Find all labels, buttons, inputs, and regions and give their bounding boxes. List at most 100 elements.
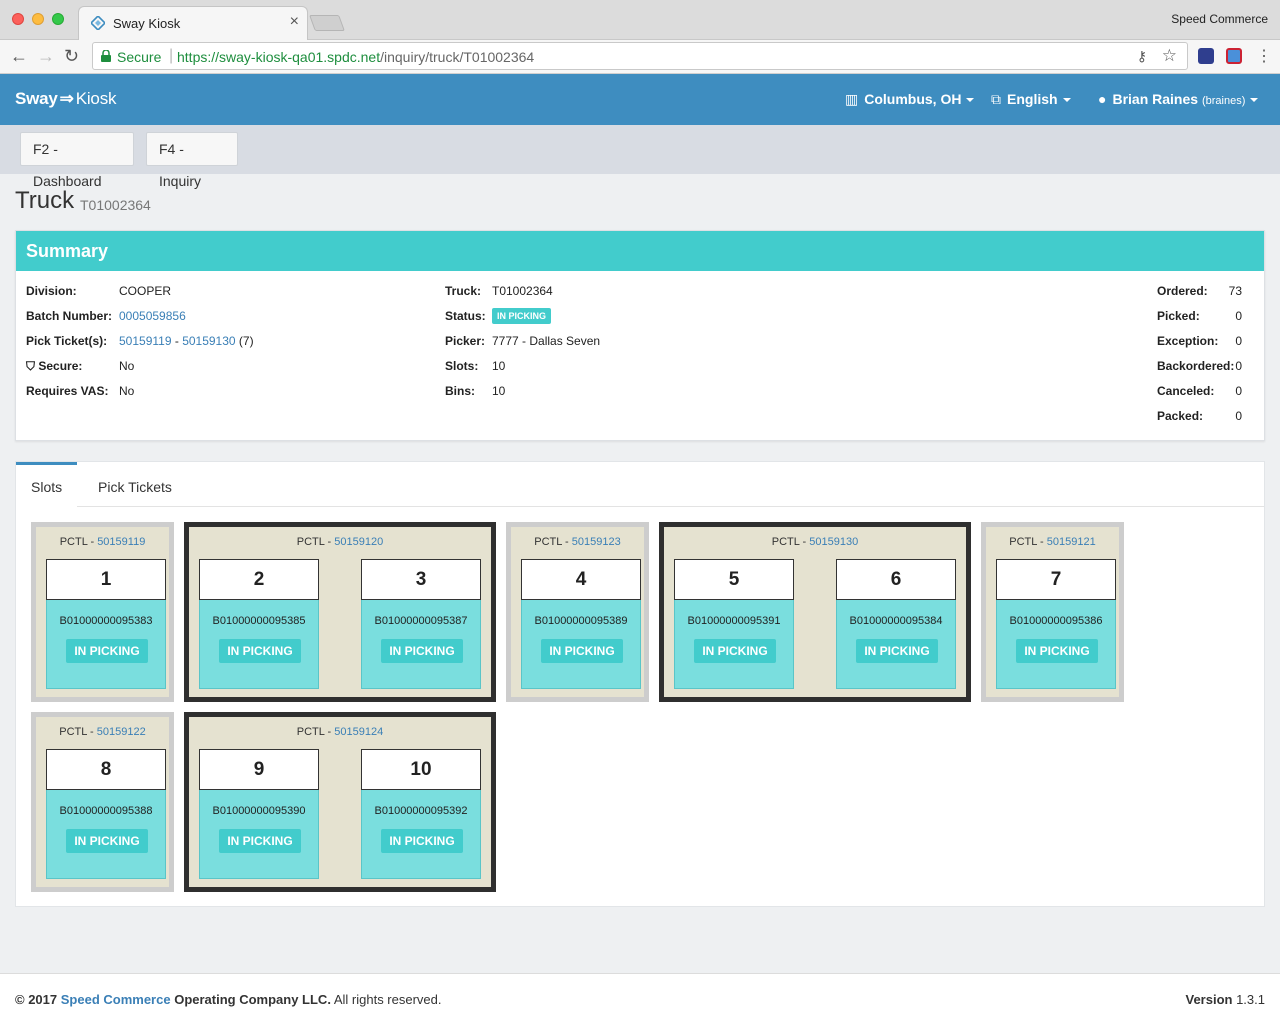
location-label: Columbus, OH <box>864 91 962 107</box>
pctl-group: PCTL - 50159123 4 B01000000095389 IN PICKIN… <box>506 522 649 702</box>
user-dropdown[interactable]: ● Brian Raines (braines) <box>1098 91 1259 107</box>
slot-card[interactable]: 4 B01000000095389 IN PICKING <box>521 559 641 689</box>
window-minimize-button[interactable] <box>32 13 44 25</box>
company-link[interactable]: Speed Commerce <box>61 992 171 1007</box>
chevron-down-icon <box>966 98 975 103</box>
url-host: https://sway-kiosk-qa01.spdc.net <box>177 49 381 65</box>
pctl-link[interactable]: 50159123 <box>572 536 621 548</box>
division-value: COOPER <box>119 284 172 298</box>
pctl-prefix: PCTL - <box>59 536 95 548</box>
slot-bin-id: B01000000095389 <box>534 615 628 627</box>
window-close-button[interactable] <box>12 13 24 25</box>
url-text[interactable]: https://sway-kiosk-qa01.spdc.net/inquiry… <box>177 49 534 65</box>
slot-body: B01000000095388 IN PICKING <box>46 790 166 879</box>
forward-arrow-icon[interactable]: → <box>37 46 55 66</box>
bins-value: 10 <box>492 384 506 398</box>
slot-status-badge: IN PICKING <box>219 639 301 663</box>
slot-card[interactable]: 7 B01000000095386 IN PICKING <box>996 559 1116 689</box>
browser-tabstrip: Sway Kiosk × Speed Commerce <box>0 0 1280 40</box>
page-subtitle: T01002364 <box>80 197 151 213</box>
packed-label: Packed: <box>1157 409 1204 423</box>
tab-slots[interactable]: Slots <box>16 462 77 507</box>
pctl-link[interactable]: 50159119 <box>97 536 145 548</box>
slot-bin-id: B01000000095387 <box>374 615 468 627</box>
pctl-group: PCTL - 50159119 1 B01000000095383 IN PICKIN… <box>31 522 174 702</box>
slot-card[interactable]: 5 B01000000095391 IN PICKING <box>674 559 794 689</box>
slot-status-badge: IN PICKING <box>381 639 463 663</box>
browser-menu-icon[interactable]: ⋮ <box>1256 46 1272 66</box>
brand-logo[interactable]: Sway ⇒ Kiosk <box>15 89 116 109</box>
slot-status-badge: IN PICKING <box>694 639 776 663</box>
slots-label: Slots: <box>445 359 479 373</box>
app-header: Sway ⇒ Kiosk ▥ Columbus, OH ⧉ English ● Brian… <box>0 74 1280 125</box>
pctl-link[interactable]: 50159121 <box>1047 536 1096 548</box>
pick-tickets-value: 50159119 - 50159130 (7) <box>119 334 254 348</box>
slot-card[interactable]: 2 B01000000095385 IN PICKING <box>199 559 319 689</box>
vas-value: No <box>119 384 135 398</box>
bins-label: Bins: <box>445 384 475 398</box>
pctl-prefix: PCTL - <box>1009 536 1044 548</box>
pick-ticket-separator: - <box>174 334 179 348</box>
pctl-link[interactable]: 50159120 <box>334 536 383 548</box>
pick-ticket-from-link[interactable]: 50159119 <box>119 334 172 348</box>
pctl-prefix: PCTL - <box>296 726 332 738</box>
tab-title: Sway Kiosk <box>113 16 181 31</box>
pctl-link[interactable]: 50159122 <box>97 726 146 738</box>
browser-profile-name[interactable]: Speed Commerce <box>1171 12 1268 26</box>
user-name: Brian Raines <box>1112 91 1199 107</box>
brand-arrow-icon: ⇒ <box>59 89 74 108</box>
secure-label: Secure <box>117 49 162 65</box>
shield-icon: ⛉ <box>26 359 36 373</box>
slot-number: 1 <box>46 559 166 600</box>
slot-card[interactable]: 6 B01000000095384 IN PICKING <box>836 559 956 689</box>
address-bar[interactable]: Secure | https://sway-kiosk-qa01.spdc.ne… <box>92 42 1188 70</box>
exception-value: 0 <box>1235 334 1242 348</box>
packed-value: 0 <box>1235 409 1242 423</box>
tab-close-icon[interactable]: × <box>290 13 299 31</box>
slot-status-badge: IN PICKING <box>66 829 148 853</box>
vas-label: Requires VAS: <box>26 384 109 398</box>
footer-copyright: © 2017 Speed Commerce Operating Company … <box>15 992 442 1007</box>
footer: © 2017 Speed Commerce Operating Company … <box>0 973 1280 1024</box>
reload-icon[interactable]: ↻ <box>64 46 79 66</box>
copyright-year: © 2017 <box>15 992 58 1007</box>
user-login: (braines) <box>1201 95 1246 107</box>
pctl-link[interactable]: 50159130 <box>809 536 858 548</box>
summary-panel: Summary Division: COOPER Batch Number: 0… <box>15 230 1265 441</box>
page-title: Truck <box>15 187 75 214</box>
tab-pick-tickets[interactable]: Pick Tickets <box>98 479 172 495</box>
status-label: Status: <box>445 309 486 323</box>
slot-card[interactable]: 9 B01000000095390 IN PICKING <box>199 749 319 879</box>
footer-version: Version 1.3.1 <box>1185 992 1265 1007</box>
language-dropdown[interactable]: ⧉ English <box>991 91 1071 108</box>
window-zoom-button[interactable] <box>52 13 64 25</box>
brand-primary: Sway <box>15 89 58 108</box>
back-arrow-icon[interactable]: ← <box>10 46 28 66</box>
extension-icon[interactable] <box>1198 48 1214 64</box>
bookmark-star-icon[interactable]: ☆ <box>1162 46 1177 66</box>
pick-ticket-to-link[interactable]: 50159130 <box>182 334 235 348</box>
slot-card[interactable]: 3 B01000000095387 IN PICKING <box>361 559 481 689</box>
slot-status-badge: IN PICKING <box>381 829 463 853</box>
extension-icon[interactable] <box>1226 48 1242 64</box>
slot-number: 6 <box>836 559 956 600</box>
function-toolbar: F2 - Dashboard F4 - Inquiry <box>0 125 1280 189</box>
slot-bin-id: B01000000095384 <box>849 615 943 627</box>
picker-label: Picker: <box>445 334 486 348</box>
slot-card[interactable]: 10 B01000000095392 IN PICKING <box>361 749 481 879</box>
slots-panel: Slots Pick Tickets PCTL - 50159119 1 B0100… <box>15 461 1265 907</box>
key-icon[interactable]: ⚷ <box>1137 48 1147 65</box>
inquiry-button[interactable]: F4 - Inquiry <box>146 132 238 189</box>
dashboard-button[interactable]: F2 - Dashboard <box>20 132 134 189</box>
browser-tab-active[interactable]: Sway Kiosk × <box>78 6 308 40</box>
new-tab-button[interactable] <box>309 15 345 31</box>
pctl-link[interactable]: 50159124 <box>334 726 383 738</box>
truck-value: T01002364 <box>492 284 553 298</box>
ordered-label: Ordered: <box>1157 284 1208 298</box>
slot-card[interactable]: 8 B01000000095388 IN PICKING <box>46 749 166 879</box>
slot-body: B01000000095385 IN PICKING <box>199 600 319 689</box>
slot-bin-id: B01000000095392 <box>374 805 468 817</box>
location-dropdown[interactable]: ▥ Columbus, OH <box>845 91 975 108</box>
batch-link[interactable]: 0005059856 <box>119 309 186 323</box>
slot-card[interactable]: 1 B01000000095383 IN PICKING <box>46 559 166 689</box>
